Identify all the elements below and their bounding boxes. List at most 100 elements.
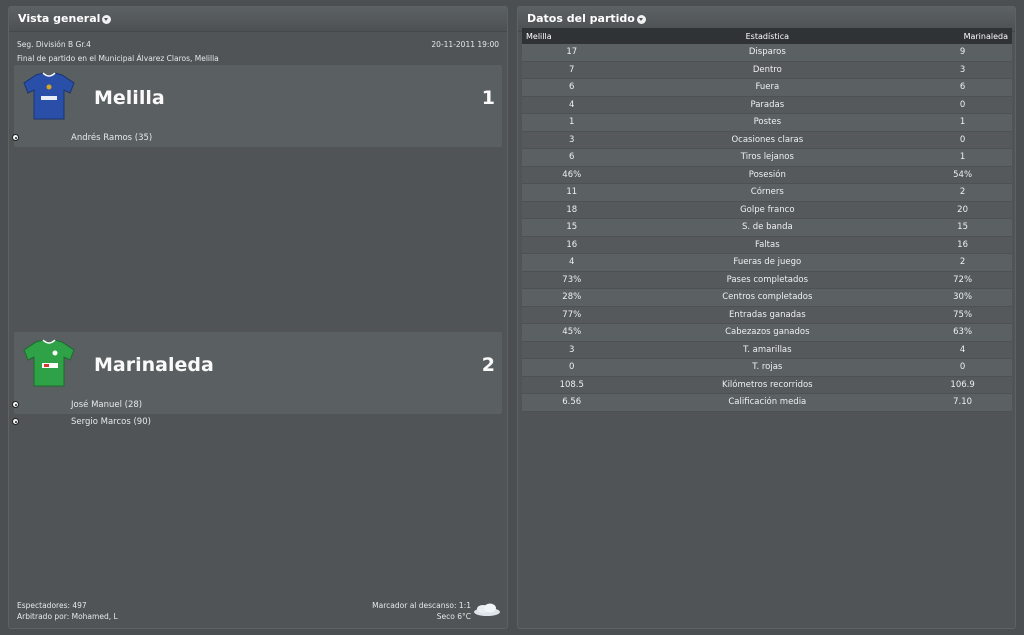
stat-label: Disparos — [621, 44, 914, 62]
stat-home-value: 11 — [522, 183, 622, 202]
chevron-down-icon[interactable] — [636, 14, 646, 24]
stat-away-value: 30% — [913, 288, 1012, 307]
table-row: 3 Ocasiones claras 0 — [522, 131, 1012, 149]
table-row: 6 Fuera 6 — [522, 78, 1012, 97]
stat-label: S. de banda — [621, 218, 914, 237]
stat-away-value: 7.10 — [913, 393, 1012, 412]
stat-home-value: 108.5 — [522, 376, 622, 394]
stat-label: Fueras de juego — [621, 253, 914, 272]
home-team-name[interactable]: Melilla — [94, 87, 165, 109]
referee-label: Arbitrado por: Mohamed, L — [17, 612, 118, 621]
table-row: 6.56 Calificación media 7.10 — [522, 393, 1012, 412]
stat-away-value: 106.9 — [913, 376, 1012, 394]
table-row: 73% Pases completados 72% — [522, 271, 1012, 289]
stat-label: Tiros lejanos — [621, 148, 914, 167]
home-scorer[interactable]: Andrés Ramos (35) — [71, 133, 152, 143]
stat-home-value: 4 — [522, 253, 622, 272]
table-row: 45% Cabezazos ganados 63% — [522, 323, 1012, 342]
table-row: 3 T. amarillas 4 — [522, 341, 1012, 359]
stat-away-value: 0 — [913, 96, 1012, 114]
table-row: 7 Dentro 3 — [522, 61, 1012, 79]
table-row: 15 S. de banda 15 — [522, 218, 1012, 237]
stat-home-value: 6 — [522, 78, 622, 97]
halftime-score: Marcador al descanso: 1:1 — [372, 601, 471, 610]
stat-away-value: 0 — [913, 358, 1012, 377]
table-row: 0 T. rojas 0 — [522, 358, 1012, 377]
stat-label: Entradas ganadas — [621, 306, 914, 324]
table-row: 18 Golpe franco 20 — [522, 201, 1012, 219]
stat-home-value: 77% — [522, 306, 622, 324]
football-icon — [12, 134, 19, 141]
column-header-stat[interactable]: Estadística — [621, 28, 914, 44]
table-row: 28% Centros completados 30% — [522, 288, 1012, 307]
stat-home-value: 0 — [522, 358, 622, 377]
stat-label: Córners — [621, 183, 914, 202]
stat-home-value: 3 — [522, 341, 622, 359]
stat-label: Fuera — [621, 78, 914, 97]
away-scorer[interactable]: José Manuel (28) — [71, 400, 142, 410]
match-overview-panel: Vista general Seg. División B Gr.4 20-11… — [8, 6, 508, 629]
stat-label: Centros completados — [621, 288, 914, 307]
chevron-down-icon[interactable] — [102, 14, 112, 24]
stat-away-value: 16 — [913, 236, 1012, 254]
column-header-home[interactable]: Melilla — [522, 28, 622, 44]
weather-label: Seco 6°C — [436, 612, 471, 621]
column-header-away[interactable]: Marinaleda — [913, 28, 1012, 44]
stat-label: Ocasiones claras — [621, 131, 914, 149]
stat-label: Faltas — [621, 236, 914, 254]
football-icon — [12, 401, 19, 408]
venue-label: Final de partido en el Municipal Álvarez… — [17, 54, 219, 63]
stat-label: Calificación media — [621, 393, 914, 412]
stat-home-value: 15 — [522, 218, 622, 237]
attendance-label: Espectadores: 497 — [17, 601, 87, 610]
stat-away-value: 75% — [913, 306, 1012, 324]
stat-home-value: 45% — [522, 323, 622, 342]
blue-shirt-icon[interactable] — [22, 72, 76, 120]
stat-label: Pases completados — [621, 271, 914, 289]
overview-title: Vista general — [18, 12, 101, 25]
stat-away-value: 3 — [913, 61, 1012, 79]
stat-away-value: 1 — [913, 113, 1012, 132]
stat-home-value: 46% — [522, 166, 622, 184]
stat-away-value: 15 — [913, 218, 1012, 237]
stat-away-value: 6 — [913, 78, 1012, 97]
stat-label: Dentro — [621, 61, 914, 79]
stat-home-value: 18 — [522, 201, 622, 219]
away-scorer[interactable]: Sergio Marcos (90) — [71, 417, 151, 427]
stat-home-value: 6.56 — [522, 393, 622, 412]
match-stats-panel: Datos del partido Melilla Estadística Ma… — [517, 6, 1016, 629]
stat-away-value: 9 — [913, 44, 1012, 62]
stat-label: Golpe franco — [621, 201, 914, 219]
table-row: 11 Córners 2 — [522, 183, 1012, 202]
match-datetime: 20-11-2011 19:00 — [431, 40, 499, 49]
home-team-score: 1 — [481, 87, 495, 109]
green-shirt-icon[interactable] — [22, 339, 76, 387]
stat-home-value: 17 — [522, 44, 622, 62]
table-row: 6 Tiros lejanos 1 — [522, 148, 1012, 167]
stat-away-value: 0 — [913, 131, 1012, 149]
stat-home-value: 1 — [522, 113, 622, 132]
stat-home-value: 7 — [522, 61, 622, 79]
table-row: 77% Entradas ganadas 75% — [522, 306, 1012, 324]
table-row: 16 Faltas 16 — [522, 236, 1012, 254]
stat-label: Kilómetros recorridos — [621, 376, 914, 394]
football-icon — [12, 418, 19, 425]
table-row: 17 Disparos 9 — [522, 44, 1012, 62]
stat-away-value: 4 — [913, 341, 1012, 359]
cloud-icon — [474, 603, 500, 616]
away-team-name[interactable]: Marinaleda — [94, 354, 214, 376]
stat-away-value: 63% — [913, 323, 1012, 342]
table-row: 108.5 Kilómetros recorridos 106.9 — [522, 376, 1012, 394]
stats-table: Melilla Estadística Marinaleda 17 Disparo… — [522, 28, 1012, 412]
stat-label: Posesión — [621, 166, 914, 184]
stat-label: Cabezazos ganados — [621, 323, 914, 342]
table-row: 4 Paradas 0 — [522, 96, 1012, 114]
stat-home-value: 4 — [522, 96, 622, 114]
overview-header[interactable]: Vista general — [9, 7, 507, 32]
table-row: 4 Fueras de juego 2 — [522, 253, 1012, 272]
stat-label: Postes — [621, 113, 914, 132]
stat-label: T. rojas — [621, 358, 914, 377]
table-row: 1 Postes 1 — [522, 113, 1012, 132]
stats-header-row: Melilla Estadística Marinaleda — [522, 28, 1012, 44]
stat-away-value: 2 — [913, 253, 1012, 272]
